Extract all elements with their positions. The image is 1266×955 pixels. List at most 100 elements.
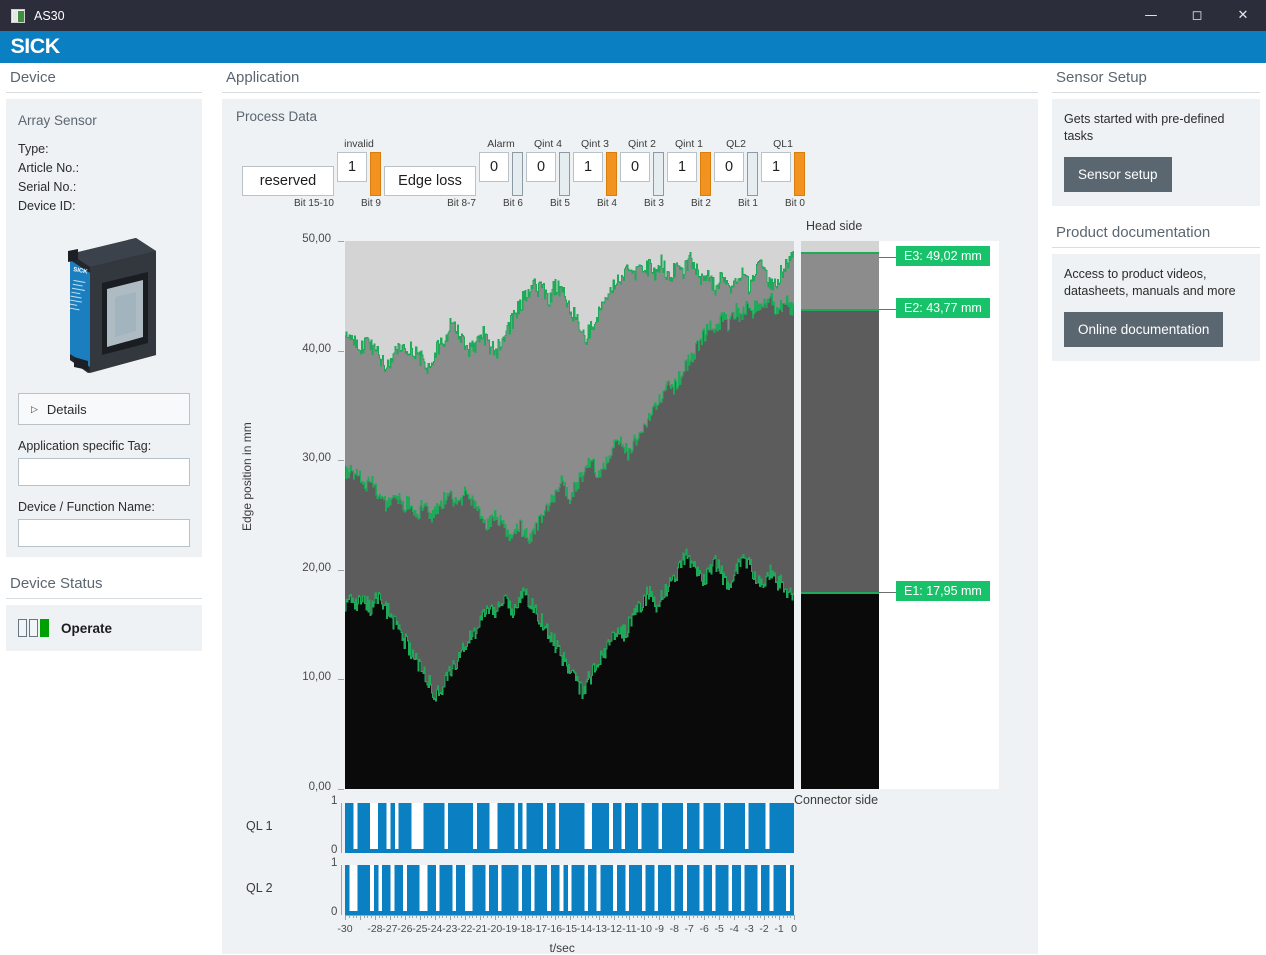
x-minor-tick [558, 915, 560, 918]
y-tick-label-0: 50,00 [302, 233, 331, 245]
x-minor-tick [621, 915, 623, 918]
application-section-title: Application [222, 63, 1038, 93]
process-data-item-5-value[interactable]: 1 [573, 152, 603, 182]
x-minor-tick [374, 915, 376, 920]
x-minor-tick [386, 915, 388, 918]
window-controls: — ◻ ✕ [1128, 0, 1266, 31]
device-function-name-input[interactable] [18, 519, 190, 547]
process-data-item-7-bit-label: Bit 2 [690, 198, 711, 209]
ql-trace-plot-1 [345, 803, 794, 853]
process-data-item-0-value[interactable]: reserved [242, 166, 334, 196]
y-tick-label-2: 30,00 [302, 452, 331, 465]
process-data-item-2-value[interactable]: Edge loss [384, 166, 476, 196]
process-data-item-6-caption: Qint 2 [627, 138, 656, 150]
process-data-item-6-bit-label: Bit 3 [643, 198, 664, 209]
process-data-item-4-value[interactable]: 0 [526, 152, 556, 182]
x-minor-tick [356, 915, 358, 918]
x-minor-tick [464, 915, 466, 920]
x-minor-tick [722, 915, 724, 918]
process-data-title: Process Data [236, 109, 318, 124]
device-id-label: Device ID: [18, 199, 76, 213]
x-minor-tick [749, 915, 751, 920]
x-minor-tick [498, 915, 500, 918]
y-tick-mark-2 [338, 460, 344, 462]
device-status-section-title: Device Status [6, 569, 202, 599]
x-minor-tick [756, 915, 758, 918]
x-minor-tick [446, 915, 447, 918]
process-data-item-9-indicator-icon [794, 152, 805, 196]
edge-tag-e2[interactable]: E2: 43,77 mm [896, 298, 990, 319]
sick-logo: SICK [10, 35, 61, 58]
process-data-item-8-caption: QL2 [726, 138, 746, 150]
x-minor-tick [468, 915, 470, 918]
profile-band-above-e3 [801, 241, 879, 252]
x-minor-tick [655, 915, 657, 918]
process-data-item-0-body: reserved [242, 166, 334, 196]
device-card-title: Array Sensor [18, 113, 97, 128]
process-data-item-4-caption: Qint 4 [533, 138, 562, 150]
connector-side-label: Connector side [794, 793, 879, 807]
online-documentation-button[interactable]: Online documentation [1064, 311, 1224, 347]
window-title: AS30 [34, 8, 65, 23]
process-data-item-3: Alarm 0 Bit 6 [479, 138, 523, 209]
process-data-item-5: Qint 3 1 Bit 4 [573, 138, 617, 209]
process-data-item-8-value[interactable]: 0 [714, 152, 744, 182]
x-minor-tick [711, 915, 713, 918]
process-data-item-3-value[interactable]: 0 [479, 152, 509, 182]
x-minor-tick [412, 915, 414, 918]
close-button[interactable]: ✕ [1220, 0, 1266, 31]
x-minor-tick [648, 915, 650, 918]
x-minor-tick [517, 915, 519, 918]
details-button[interactable]: ▷ Details [18, 393, 190, 425]
process-data-item-2: Edge loss Bit 8-7 [384, 152, 476, 209]
x-minor-tick [371, 915, 373, 918]
process-data-item-9-caption: QL1 [773, 138, 793, 150]
edge-position-chart: Edge position in mm 50,00 40,00 30,00 20,00… [234, 219, 1026, 955]
x-minor-tick [599, 915, 601, 920]
process-data-item-7: Qint 1 1 Bit 2 [667, 138, 711, 209]
brand-bar: SICK [0, 31, 1266, 63]
x-minor-tick [794, 915, 795, 920]
x-minor-tick [644, 915, 646, 920]
process-data-item-7-value[interactable]: 1 [667, 152, 697, 182]
x-minor-tick [670, 915, 672, 918]
x-minor-tick [592, 915, 593, 918]
process-data-item-6-value[interactable]: 0 [620, 152, 650, 182]
x-minor-tick [610, 915, 612, 918]
x-minor-tick [606, 915, 608, 918]
x-minor-tick [494, 915, 496, 920]
process-data-item-4-body: 0 [526, 152, 570, 196]
x-minor-tick [666, 915, 668, 918]
maximize-button[interactable]: ◻ [1174, 0, 1220, 31]
process-data-item-1-value[interactable]: 1 [337, 152, 367, 182]
x-minor-tick [509, 915, 511, 920]
process-data-item-9-value[interactable]: 1 [761, 152, 791, 182]
device-serial-label: Serial No.: [18, 180, 77, 194]
x-minor-tick [543, 915, 545, 918]
process-data-item-8: QL2 0 Bit 1 [714, 138, 758, 209]
ql-high-tick-1: 1 [331, 795, 338, 807]
x-minor-tick [719, 915, 721, 920]
product-documentation-section-title: Product documentation [1052, 218, 1260, 248]
edge-leader-e3 [879, 256, 896, 258]
x-minor-tick [767, 915, 769, 918]
process-data-item-7-caption: Qint 1 [674, 138, 703, 150]
application-tag-input[interactable] [18, 458, 190, 486]
x-minor-tick [625, 915, 627, 918]
process-data-item-3-body: 0 [479, 152, 523, 196]
x-minor-tick [745, 915, 747, 918]
x-minor-tick [752, 915, 754, 918]
profile-band-e2-e1 [801, 309, 879, 593]
x-minor-tick [449, 915, 451, 920]
process-data-item-2-body: Edge loss [384, 166, 476, 196]
sensor-setup-button[interactable]: Sensor setup [1064, 156, 1172, 192]
x-minor-tick [479, 915, 481, 920]
process-data-item-1-indicator-icon [370, 152, 381, 196]
edge-tag-e1[interactable]: E1: 17,95 mm [896, 581, 990, 602]
minimize-button[interactable]: — [1128, 0, 1174, 31]
edge-tag-e3[interactable]: E3: 49,02 mm [896, 245, 990, 266]
process-data-item-5-bit-label: Bit 4 [596, 198, 617, 209]
status-led-3-icon [40, 619, 49, 637]
x-minor-tick [580, 915, 582, 918]
process-data-item-9-body: 1 [761, 152, 805, 196]
